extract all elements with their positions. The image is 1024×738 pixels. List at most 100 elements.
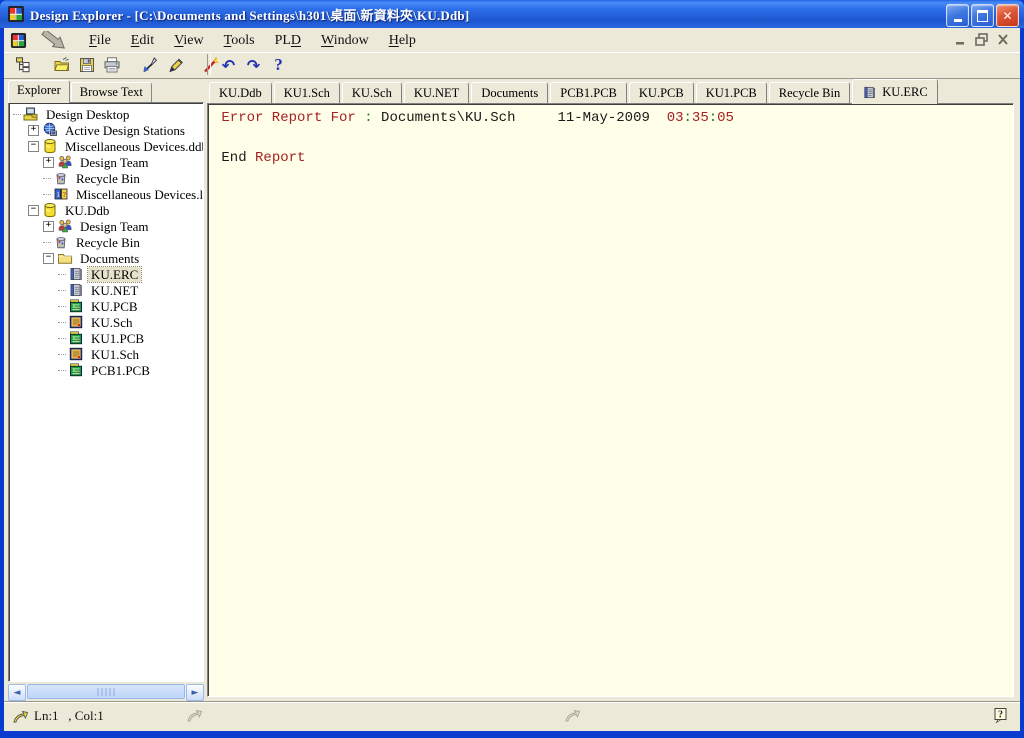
menu-edit[interactable]: Edit (121, 31, 164, 50)
tree-connector (58, 306, 66, 307)
panel-tab-browse-text[interactable]: Browse Text (71, 82, 152, 102)
doc-tab-label: KU1.PCB (706, 86, 757, 101)
tree-label: Miscellaneous Devices.lib (73, 187, 204, 202)
tree-connector (43, 194, 51, 195)
scroll-left-button[interactable]: ◄ (8, 684, 26, 701)
expand-plus-box[interactable]: + (28, 125, 39, 136)
expand-plus-box[interactable]: + (43, 221, 54, 232)
menu-file[interactable]: File (79, 31, 121, 50)
tree-item-recycle-bin[interactable]: Recycle Bin (11, 234, 203, 250)
maximize-button[interactable] (971, 4, 994, 27)
knife-button[interactable] (138, 54, 163, 76)
tree-item-design-desktop[interactable]: Design Desktop (11, 106, 203, 122)
doc-tab-ku-pcb[interactable]: KU.PCB (629, 82, 694, 103)
database-icon (42, 202, 58, 218)
tree-item-miscellaneous-devices-lib[interactable]: 1? Miscellaneous Devices.lib (11, 186, 203, 202)
menu-window[interactable]: Window (311, 31, 379, 50)
tree-item-ku-sch[interactable]: KU.Sch (11, 314, 203, 330)
mdi-restore-button[interactable] (974, 32, 991, 47)
expand-plus-box[interactable]: + (43, 157, 54, 168)
stations-icon (42, 122, 58, 138)
doc-tab-label: KU.NET (414, 86, 459, 101)
tree-item-active-design-stations[interactable]: +Active Design Stations (11, 122, 203, 138)
tree-horizontal-scrollbar[interactable]: ◄ ► (8, 684, 204, 699)
minimize-button[interactable] (946, 4, 969, 27)
tree-item-miscellaneous-devices-ddb[interactable]: −Miscellaneous Devices.ddb (11, 138, 203, 154)
doc-tab-recycle-bin[interactable]: Recycle Bin (769, 82, 850, 103)
tree-item-ku-net[interactable]: KU.NET (11, 282, 203, 298)
report-segment-text: End (213, 150, 255, 166)
document-tree[interactable]: Design Desktop+Active Design Stations−Mi… (8, 102, 204, 682)
doc-tab-pcb1-pcb[interactable]: PCB1.PCB (550, 82, 627, 103)
design-menu-arrow-button[interactable] (37, 31, 71, 49)
doc-tab-label: PCB1.PCB (560, 86, 617, 101)
mdi-minimize-button[interactable] (953, 32, 970, 47)
tree-label: KU.PCB (88, 299, 141, 314)
collapse-minus-box[interactable]: − (28, 141, 39, 152)
explorer-panel: ExplorerBrowse Text Design Desktop+Activ… (8, 80, 204, 700)
open-document-button[interactable] (49, 54, 74, 76)
doc-tab-ku1-sch[interactable]: KU1.Sch (274, 82, 340, 103)
library-icon: 1? (53, 186, 69, 202)
tree-item-ku-pcb[interactable]: KU.PCB (11, 298, 203, 314)
print-button[interactable] (99, 54, 124, 76)
collapse-minus-box[interactable]: − (28, 205, 39, 216)
report-icon (68, 266, 84, 282)
doc-tab-label: KU.Ddb (219, 86, 262, 101)
menu-tools[interactable]: Tools (214, 31, 265, 50)
doc-tab-ku-net[interactable]: KU.NET (404, 82, 469, 103)
doc-tab-ku-erc[interactable]: KU.ERC (852, 79, 938, 104)
tree-connector (58, 322, 66, 323)
pane-marker-icon (564, 708, 581, 723)
redo-button[interactable]: ↷ (241, 54, 266, 76)
report-view[interactable]: Error Report For : Documents\KU.Sch 11-M… (207, 103, 1014, 697)
tree-label: Recycle Bin (73, 171, 143, 186)
error-report-text: Error Report For : Documents\KU.Sch 11-M… (208, 104, 1013, 168)
tree-connector (43, 178, 51, 179)
tree-item-recycle-bin[interactable]: Recycle Bin (11, 170, 203, 186)
save-button[interactable] (74, 54, 99, 76)
team-icon (57, 218, 73, 234)
scrollbar-thumb[interactable] (27, 684, 185, 699)
panel-tabs: ExplorerBrowse Text (8, 80, 153, 102)
doc-tab-label: KU.PCB (639, 86, 684, 101)
pcb-icon (68, 362, 84, 378)
collapse-minus-box[interactable]: − (43, 253, 54, 264)
chevron-right-icon: ► (192, 688, 199, 698)
app-logo-small-icon[interactable] (10, 32, 27, 49)
recycle-bin-icon (53, 170, 69, 186)
print-icon (103, 56, 121, 74)
tree-item-design-team[interactable]: +Design Team (11, 218, 203, 234)
report-segment-symbol: : (684, 110, 692, 126)
desktop-icon (23, 106, 39, 122)
undo-button[interactable]: ↶ (216, 54, 241, 76)
help-indicator-icon[interactable]: ? (993, 707, 1008, 724)
menu-view[interactable]: View (164, 31, 214, 50)
scroll-right-button[interactable]: ► (186, 684, 204, 701)
tree-item-documents[interactable]: −Documents (11, 250, 203, 266)
doc-tab-ku-sch[interactable]: KU.Sch (342, 82, 402, 103)
close-button[interactable]: ✕ (996, 4, 1019, 27)
doc-tab-ku1-pcb[interactable]: KU1.PCB (696, 82, 767, 103)
tree-connector (43, 242, 51, 243)
toolbar-separator (207, 54, 211, 75)
explorer-toggle-button[interactable] (10, 54, 35, 76)
pen-button[interactable] (163, 54, 188, 76)
app-logo-icon[interactable] (7, 5, 25, 23)
menu-help[interactable]: Help (379, 31, 426, 50)
tree-label: KU.ERC (88, 267, 141, 282)
mdi-close-button[interactable] (995, 32, 1012, 47)
tree-item-ku1-sch[interactable]: KU1.Sch (11, 346, 203, 362)
tree-item-ku-erc[interactable]: KU.ERC (11, 266, 203, 282)
help-button[interactable]: ? (266, 54, 291, 76)
svg-text:1: 1 (56, 191, 60, 199)
tree-item-ku-ddb[interactable]: −KU.Ddb (11, 202, 203, 218)
tree-item-design-team[interactable]: +Design Team (11, 154, 203, 170)
doc-tab-documents[interactable]: Documents (471, 82, 548, 103)
menu-pld[interactable]: PLD (265, 31, 311, 50)
panel-tab-explorer[interactable]: Explorer (8, 80, 70, 103)
doc-tab-ku-ddb[interactable]: KU.Ddb (209, 82, 272, 103)
tree-item-pcb1-pcb[interactable]: PCB1.PCB (11, 362, 203, 378)
title-bar[interactable]: Design Explorer - [C:\Documents and Sett… (0, 0, 1024, 28)
tree-item-ku1-pcb[interactable]: KU1.PCB (11, 330, 203, 346)
